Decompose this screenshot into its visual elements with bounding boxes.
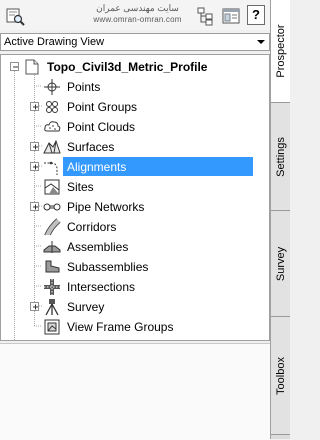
tree-item-label: Survey [67, 300, 105, 314]
tree-item-point-clouds[interactable]: Point Clouds [1, 117, 269, 137]
palette-tab-strip: Prospector Settings Survey Toolbox [270, 0, 290, 439]
subassemblies-icon [43, 258, 61, 276]
sites-icon [43, 178, 61, 196]
prospector-tree: Topo_Civil3d_Metric_Profile Points Point… [0, 54, 270, 341]
assemblies-icon [43, 238, 61, 256]
tree-item-label: Intersections [67, 280, 136, 294]
collapse-icon[interactable] [10, 62, 19, 71]
tree-item-view-frame-groups[interactable]: View Frame Groups [1, 317, 269, 337]
tree-item-pipe-networks[interactable]: Pipe Networks [1, 197, 269, 217]
tree-item-points[interactable]: Points [1, 77, 269, 97]
tree-item-corridors[interactable]: Corridors [1, 217, 269, 237]
tree-properties-icon[interactable] [196, 6, 216, 26]
surfaces-icon [43, 138, 61, 156]
tree-item-surfaces[interactable]: Surfaces [1, 137, 269, 157]
tree-item-label: Surfaces [67, 140, 115, 154]
point-groups-icon [43, 98, 61, 116]
view-frame-groups-icon [43, 318, 61, 336]
tree-item-label: Corridors [67, 220, 117, 234]
pipe-networks-icon [43, 198, 61, 216]
item-view-pane [0, 343, 270, 440]
tree-item-alignments[interactable]: Alignments [1, 157, 269, 177]
view-select[interactable]: Active Drawing View [0, 33, 270, 51]
tree-item-assemblies[interactable]: Assemblies [1, 237, 269, 257]
intersections-icon [43, 278, 61, 296]
survey-icon [43, 298, 61, 316]
expand-icon[interactable] [30, 102, 39, 111]
tree-item-label: Subassemblies [67, 260, 149, 274]
corridors-icon [43, 218, 61, 236]
tree-item-label: Sites [67, 180, 94, 194]
tree-item-point-groups[interactable]: Point Groups [1, 97, 269, 117]
expand-icon[interactable] [30, 142, 39, 151]
tree-item-label: Assemblies [67, 240, 129, 254]
drawing-icon [23, 58, 41, 76]
tree-item-label: Alignments [67, 160, 127, 174]
tree-item-label: Point Clouds [67, 120, 136, 134]
tree-root-row[interactable]: Topo_Civil3d_Metric_Profile [1, 57, 269, 77]
tree-item-subassemblies[interactable]: Subassemblies [1, 257, 269, 277]
tab-label: Survey [274, 246, 287, 281]
tab-label: Prospector [274, 24, 287, 78]
tree-item-intersections[interactable]: Intersections [1, 277, 269, 297]
alignments-icon [43, 158, 61, 176]
tree-item-label: Points [67, 80, 101, 94]
tree-item-label: Pipe Networks [67, 200, 145, 214]
point-clouds-icon [43, 118, 61, 136]
tab-prospector[interactable]: Prospector [271, 0, 290, 103]
view-select-value: Active Drawing View [4, 36, 105, 48]
item-view-icon[interactable] [221, 6, 241, 26]
tree-item-label: View Frame Groups [67, 320, 174, 334]
tab-toolbox[interactable]: Toolbox [271, 317, 290, 435]
points-icon [43, 78, 61, 96]
tab-survey[interactable]: Survey [271, 211, 290, 317]
tab-settings[interactable]: Settings [271, 103, 290, 211]
watermark-url: www.omran-omran.com [93, 15, 182, 24]
watermark-title: سایت مهندسی عمران [96, 3, 179, 13]
tab-label: Toolbox [274, 356, 287, 395]
expand-icon[interactable] [30, 302, 39, 311]
watermark: سایت مهندسی عمران www.omran-omran.com [70, 3, 205, 25]
expand-icon[interactable] [30, 202, 39, 211]
tree-item-label: Point Groups [67, 100, 138, 114]
tree-root-label: Topo_Civil3d_Metric_Profile [47, 60, 208, 74]
chevron-down-icon[interactable] [255, 36, 267, 48]
search-icon[interactable] [5, 6, 25, 26]
prospector-toolbar: سایت مهندسی عمران www.omran-omran.com ? [0, 0, 270, 30]
tree-item-survey[interactable]: Survey [1, 297, 269, 317]
expand-icon[interactable] [30, 162, 39, 171]
help-button[interactable]: ? [247, 5, 265, 25]
tab-label: Settings [274, 136, 287, 177]
tree-item-sites[interactable]: Sites [1, 177, 269, 197]
